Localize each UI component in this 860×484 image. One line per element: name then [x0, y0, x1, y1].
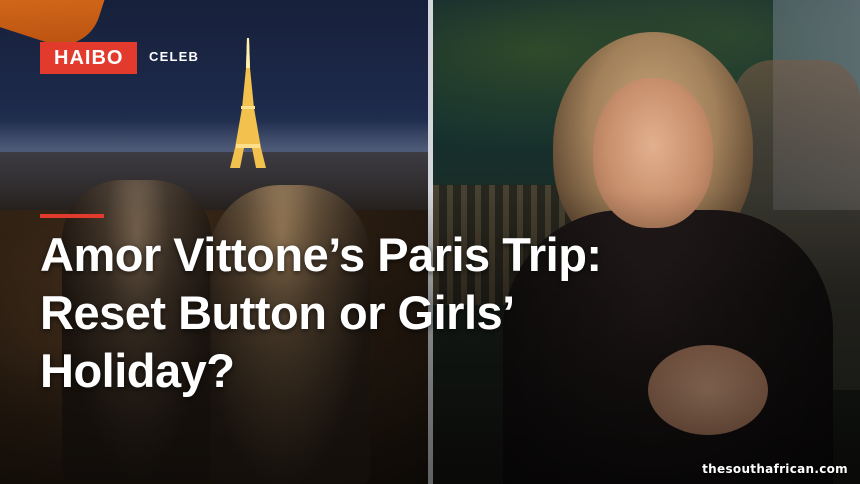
headline: Amor Vittone’s Paris Trip: Reset Button …	[40, 226, 820, 400]
eiffel-tower-icon	[230, 38, 266, 168]
headline-line-1: Amor Vittone’s Paris Trip:	[40, 228, 602, 281]
source-watermark: thesouthafrican.com	[702, 462, 848, 476]
category-label: CELEB	[149, 49, 200, 64]
headline-line-3: Holiday?	[40, 344, 235, 397]
thumbnail-card: HAIBO CELEB Amor Vittone’s Paris Trip: R…	[0, 0, 860, 484]
brand-badge: HAIBO	[40, 42, 138, 74]
headline-line-2: Reset Button or Girls’	[40, 286, 515, 339]
headline-accent-line	[40, 214, 104, 218]
